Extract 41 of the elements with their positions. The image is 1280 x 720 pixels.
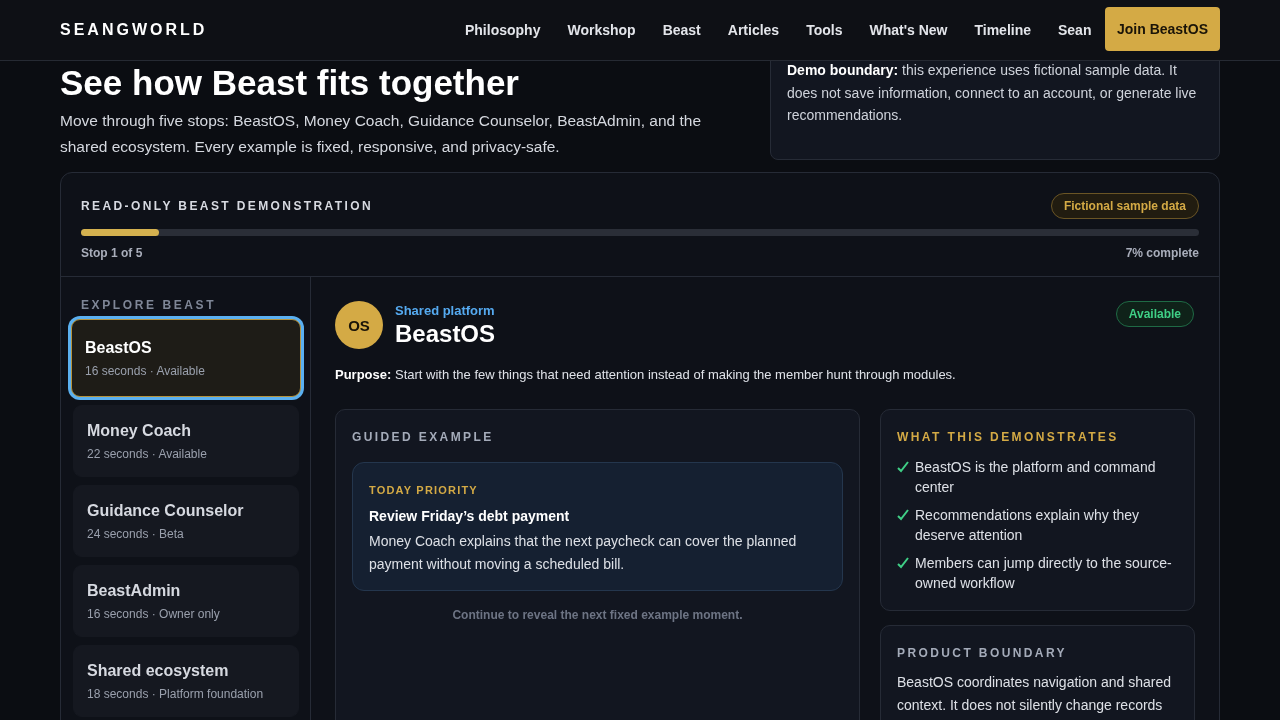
- module-title: BeastOS: [395, 319, 496, 348]
- check-icon: [897, 461, 909, 473]
- brand-logo[interactable]: SEANGWORLD: [60, 21, 208, 39]
- check-icon: [897, 509, 909, 521]
- demonstrated-point: Recommendations explain why they deserve attention: [915, 506, 1141, 545]
- boundary-text: BeastOS coordinates navigation and shared context. It does not silently change records: [897, 673, 1172, 715]
- nav-link[interactable]: Timeline: [960, 22, 1045, 38]
- stop-counter: Stop 1 of 5: [81, 246, 143, 260]
- page-heading: See how Beast fits together: [60, 63, 520, 103]
- card-heading: GUIDED EXAMPLE: [352, 430, 494, 444]
- stop-item[interactable]: BeastAdmin 16 seconds · Owner only: [73, 565, 299, 637]
- join-button[interactable]: Join BeastOS: [1104, 7, 1220, 51]
- demonstrated-point: BeastOS is the platform and command center: [915, 458, 1157, 497]
- nav-link[interactable]: Philosophy: [451, 22, 554, 38]
- stop-item[interactable]: BeastOS 16 seconds · Available: [71, 319, 301, 397]
- nav-link[interactable]: What's New: [855, 22, 961, 38]
- card-heading: PRODUCT BOUNDARY: [897, 646, 1067, 660]
- check-icon: [897, 557, 909, 569]
- card-heading: WHAT THIS DEMONSTRATES: [897, 430, 1119, 444]
- continue-hint: Continue to reveal the next fixed example moment.: [451, 608, 744, 622]
- nav-link[interactable]: Workshop: [553, 22, 650, 38]
- sample-data-badge: Fictional sample data: [1050, 193, 1199, 219]
- module-avatar: OS: [335, 301, 383, 349]
- priority-title: Review Friday’s debt payment: [369, 508, 571, 524]
- purpose-text: Purpose: Start with the few things that need attention instead of making the member hunt through modules.: [335, 367, 957, 382]
- nav-link[interactable]: Beast: [649, 22, 715, 38]
- demo-title: READ-ONLY BEAST DEMONSTRATION: [81, 199, 374, 213]
- priority-text: Money Coach explains that the next paycheck can cover the planned payment without moving a scheduled bill.: [369, 532, 798, 574]
- demonstrated-point: Members can jump directly to the source-owned workflow: [915, 554, 1173, 593]
- sidebar-heading: EXPLORE BEAST: [80, 298, 218, 312]
- intro-text: Move through five stops: BeastOS, Money Coach, Guidance Counselor, BeastAdmin, and the shared ecosystem. Every example is fixed, responsive, and privacy-safe.: [60, 111, 703, 157]
- priority-label: TODAY PRIORITY: [369, 484, 478, 496]
- nav-link[interactable]: Sean: [1044, 22, 1105, 38]
- stop-item[interactable]: Shared ecosystem 18 seconds · Platform foundation: [73, 645, 299, 717]
- stop-item[interactable]: Guidance Counselor 24 seconds · Beta: [73, 485, 299, 557]
- module-eyebrow: Shared platform: [395, 302, 496, 318]
- stop-item[interactable]: Money Coach 22 seconds · Available: [73, 405, 299, 477]
- status-badge: Available: [1115, 301, 1194, 327]
- progress-reading: 7% complete: [1125, 246, 1199, 260]
- nav-link[interactable]: Tools: [792, 22, 856, 38]
- nav-link[interactable]: Articles: [714, 22, 793, 38]
